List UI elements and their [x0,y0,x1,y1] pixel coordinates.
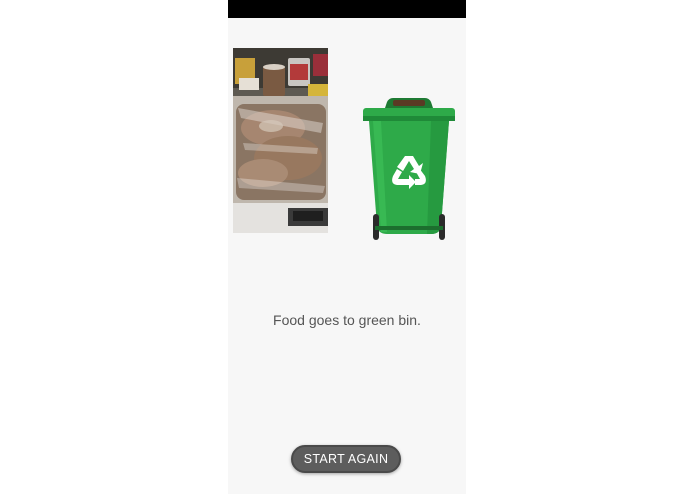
status-bar [228,0,466,18]
food-photo [233,48,328,233]
app-screen: Food goes to green bin. START AGAIN [228,0,466,494]
recycle-bin-icon [363,98,455,240]
start-again-button[interactable]: START AGAIN [291,445,401,473]
green-bin-image [361,98,457,242]
result-message: Food goes to green bin. [273,312,421,328]
food-photo-illustration [233,48,328,233]
